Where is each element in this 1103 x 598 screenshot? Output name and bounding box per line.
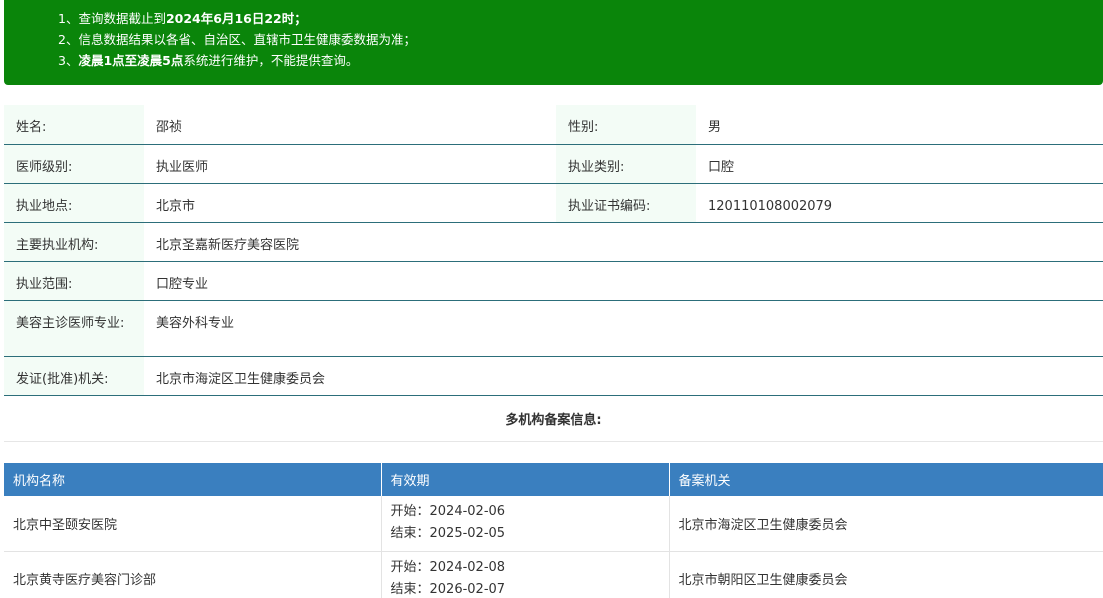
cert-value: 120110108002079: [696, 183, 1103, 223]
level-label: 医师级别:: [4, 144, 144, 184]
info-row: 医师级别: 执业医师 执业类别: 口腔: [4, 144, 1103, 184]
row-end-date: 结束：2025-02-05: [390, 526, 506, 542]
institution-label: 主要执业机构:: [4, 222, 144, 262]
row-institution-name: 北京中圣颐安医院: [4, 496, 382, 552]
row-validity: 开始：2024-02-06 结束：2025-02-05: [381, 496, 670, 552]
multi-institution-title: 多机构备案信息:: [4, 400, 1103, 442]
table-row: 北京黄寺医疗美容门诊部 开始：2024-02-08 结束：2026-02-07 …: [4, 551, 1103, 598]
cert-label: 执业证书编码:: [556, 183, 696, 223]
notice-line-3-suffix: 系统进行维护，不能提供查询。: [183, 53, 359, 68]
gender-label: 性别:: [556, 105, 696, 145]
location-value: 北京市: [144, 183, 556, 223]
issuer-label: 发证(批准)机关:: [4, 356, 144, 396]
table-header-row: 机构名称 有效期 备案机关: [4, 463, 1103, 496]
cosmetic-value: 美容外科专业: [144, 300, 1103, 357]
doctor-info-table: 姓名: 邵祯 性别: 男 医师级别: 执业医师 执业类别: 口腔 执业地点: 北…: [4, 105, 1103, 396]
row-authority: 北京市海淀区卫生健康委员会: [669, 496, 1103, 552]
scope-value: 口腔专业: [144, 261, 1103, 301]
info-row: 主要执业机构: 北京圣嘉新医疗美容医院: [4, 222, 1103, 262]
cosmetic-label: 美容主诊医师专业:: [4, 300, 144, 357]
row-institution-name: 北京黄寺医疗美容门诊部: [4, 551, 382, 598]
notice-line-3: 3、凌晨1点至凌晨5点系统进行维护，不能提供查询。: [58, 50, 1103, 71]
institution-value: 北京圣嘉新医疗美容医院: [144, 222, 1103, 262]
name-label: 姓名:: [4, 105, 144, 145]
row-authority: 北京市朝阳区卫生健康委员会: [669, 551, 1103, 598]
notice-line-1-text: 1、查询数据截止到: [58, 11, 166, 26]
info-row: 发证(批准)机关: 北京市海淀区卫生健康委员会: [4, 356, 1103, 396]
level-value: 执业医师: [144, 144, 556, 184]
category-label: 执业类别:: [556, 144, 696, 184]
notice-line-1-bold: 2024年6月16日22时；: [165, 11, 307, 26]
multi-institution-table: 机构名称 有效期 备案机关 北京中圣颐安医院 开始：2024-02-06 结束：…: [4, 463, 1103, 598]
location-label: 执业地点:: [4, 183, 144, 223]
notice-banner: 1、查询数据截止到2024年6月16日22时； 2、信息数据结果以各省、自治区、…: [4, 0, 1103, 85]
gender-value: 男: [696, 105, 1103, 145]
name-value: 邵祯: [144, 105, 556, 145]
row-start-date: 开始：2024-02-06: [390, 504, 506, 520]
header-validity: 有效期: [381, 463, 670, 496]
notice-line-3-prefix: 3、: [58, 53, 79, 68]
row-validity: 开始：2024-02-08 结束：2026-02-07: [381, 551, 670, 598]
info-row: 美容主诊医师专业: 美容外科专业: [4, 300, 1103, 357]
header-institution-name: 机构名称: [4, 463, 382, 496]
scope-label: 执业范围:: [4, 261, 144, 301]
header-authority: 备案机关: [669, 463, 1103, 496]
category-value: 口腔: [696, 144, 1103, 184]
info-row: 姓名: 邵祯 性别: 男: [4, 105, 1103, 145]
info-row: 执业范围: 口腔专业: [4, 261, 1103, 301]
row-end-date: 结束：2026-02-07: [390, 581, 506, 597]
notice-line-3-bold: 凌晨1点至凌晨5点: [78, 53, 184, 68]
notice-line-2: 2、信息数据结果以各省、自治区、直辖市卫生健康委数据为准；: [58, 32, 416, 47]
info-row: 执业地点: 北京市 执业证书编码: 120110108002079: [4, 183, 1103, 223]
notice-line-1: 1、查询数据截止到2024年6月16日22时；: [58, 8, 1103, 29]
table-row: 北京中圣颐安医院 开始：2024-02-06 结束：2025-02-05 北京市…: [4, 496, 1103, 552]
issuer-value: 北京市海淀区卫生健康委员会: [144, 356, 1103, 396]
row-start-date: 开始：2024-02-08: [390, 559, 506, 575]
